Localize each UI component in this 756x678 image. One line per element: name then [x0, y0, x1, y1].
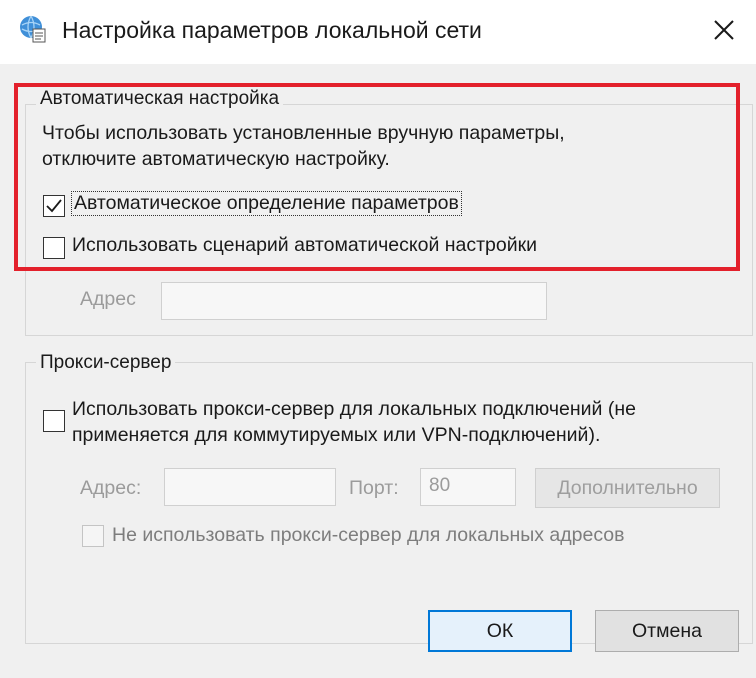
advanced-button[interactable]: Дополнительно	[535, 468, 720, 508]
use-proxy-checkbox[interactable]	[43, 410, 65, 432]
auto-config-description-line1: Чтобы использовать установленные вручную…	[42, 122, 565, 144]
title-bar: Настройка параметров локальной сети	[0, 0, 756, 64]
use-script-checkbox[interactable]	[43, 237, 65, 259]
proxy-port-input[interactable]: 80	[420, 468, 516, 506]
bypass-local-label[interactable]: Не использовать прокси-сервер для локаль…	[112, 524, 625, 547]
use-script-label[interactable]: Использовать сценарий автоматической нас…	[72, 234, 537, 257]
proxy-group-label: Прокси-сервер	[36, 352, 176, 374]
script-address-label: Адрес	[80, 288, 136, 310]
proxy-address-label: Адрес:	[80, 477, 142, 499]
ok-button[interactable]: ОК	[428, 610, 572, 652]
window-title: Настройка параметров локальной сети	[62, 17, 482, 43]
network-settings-icon	[18, 14, 48, 44]
cancel-button[interactable]: Отмена	[595, 610, 739, 652]
auto-detect-checkbox[interactable]	[43, 195, 65, 217]
close-button[interactable]	[700, 8, 748, 52]
auto-config-description-line2: отключите автоматическую настройку.	[42, 148, 390, 170]
use-proxy-label-line2[interactable]: применяется для коммутируемых или VPN-по…	[72, 424, 600, 447]
dialog-body: Автоматическая настройка Чтобы использов…	[0, 64, 756, 678]
script-address-input[interactable]	[161, 282, 547, 320]
bypass-local-checkbox[interactable]	[82, 525, 104, 547]
use-proxy-label-line1[interactable]: Использовать прокси-сервер для локальных…	[72, 398, 636, 421]
auto-config-group-label: Автоматическая настройка	[36, 88, 284, 110]
checkmark-icon	[46, 199, 62, 213]
proxy-address-input[interactable]	[164, 468, 336, 506]
close-icon	[714, 20, 734, 40]
proxy-port-label: Порт:	[349, 477, 399, 499]
auto-detect-label[interactable]: Автоматическое определение параметров	[71, 191, 462, 216]
